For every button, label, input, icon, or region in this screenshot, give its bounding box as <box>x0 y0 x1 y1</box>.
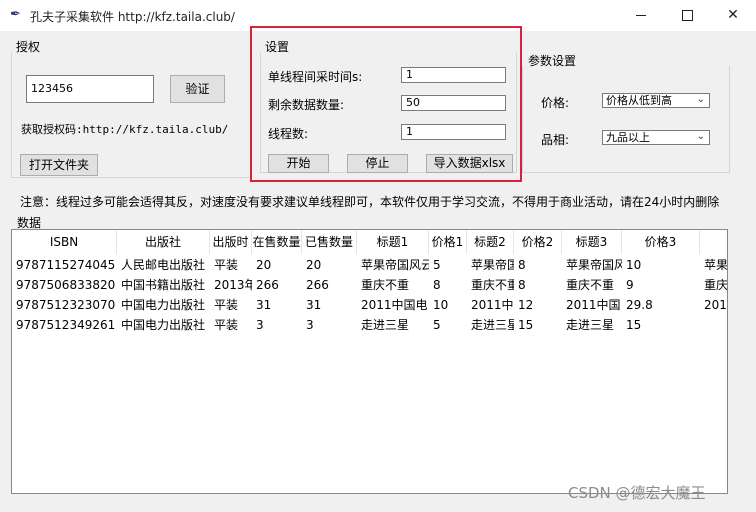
verify-button[interactable]: 验证 <box>170 75 225 103</box>
table-cell: 2011中国电 <box>361 298 428 312</box>
table-cell: 8 <box>433 278 441 292</box>
table-cell: 走进三星 <box>566 318 615 332</box>
table-cell: 人民邮电出版社 <box>121 258 206 272</box>
table-cell: 3 <box>306 318 314 332</box>
price-sort-value: 价格从低到高 <box>606 94 672 107</box>
column-header[interactable]: 在售数量 <box>252 230 302 254</box>
table-cell: 9 <box>626 278 634 292</box>
table-row[interactable]: 9787115274045 人民邮电出版社平装 20 20 苹果帝国风云 5 苹果帝国 8 苹果… <box>12 255 728 275</box>
table-cell: 29.8 <box>626 298 653 312</box>
table-cell: 20 <box>256 258 272 272</box>
highlight-box <box>250 26 522 182</box>
column-header[interactable] <box>700 230 727 254</box>
column-header[interactable]: 价格2 <box>514 230 562 254</box>
feather-icon: ✒ <box>10 7 21 22</box>
column-header[interactable]: 已售数量 <box>302 230 357 254</box>
chevron-down-icon: ⌄ <box>696 94 705 105</box>
params-group-label: 参数设置 <box>528 52 580 69</box>
table-cell: 苹果 <box>704 258 728 272</box>
close-button[interactable]: ✕ <box>710 0 756 31</box>
column-header[interactable]: ISBN <box>12 230 117 254</box>
table-cell: 走进三星 <box>471 318 514 332</box>
table-cell: 2011 <box>704 298 727 312</box>
table-cell: 平装 <box>214 318 239 332</box>
table-cell: 10 <box>433 298 449 312</box>
table-cell: 15 <box>518 318 534 332</box>
table-cell <box>700 315 727 335</box>
table-cell: 3 <box>256 318 264 332</box>
table-cell: 重庆 <box>704 278 728 292</box>
table-cell: 5 <box>433 318 441 332</box>
params-group-frame <box>522 66 730 173</box>
table-cell: 苹果帝国 <box>471 258 514 272</box>
auth-info-text: 获取授权码:http://kfz.taila.club/ <box>21 123 229 136</box>
column-header[interactable]: 价格1 <box>429 230 467 254</box>
table-cell: 重庆不重 <box>566 278 615 292</box>
column-header[interactable]: 出版社 <box>117 230 210 254</box>
price-label: 价格: <box>541 96 570 110</box>
table-cell: 重庆不重 <box>471 278 514 292</box>
table-cell: 266 <box>306 278 329 292</box>
table-row[interactable]: 9787512349261 中国电力出版社平装 3 3 走进三星 5 走进三星 15 走进三星 1… <box>12 315 727 335</box>
table-cell: 中国电力出版社 <box>121 298 206 312</box>
column-header[interactable]: 标题2 <box>467 230 514 254</box>
table-cell: 9787506833820 <box>16 278 116 292</box>
table-cell: 平装 <box>214 298 239 312</box>
table-cell: 中国书籍出版社 <box>121 278 206 292</box>
column-header[interactable]: 出版时 <box>210 230 252 254</box>
condition-value: 九品以上 <box>606 131 650 144</box>
data-table[interactable]: ISBN 出版社 出版时 在售数量 已售数量 标题1 价格1 标题2 价格2 标题3 价格3 978… <box>11 229 728 494</box>
maximize-button[interactable] <box>664 0 710 31</box>
condition-select[interactable]: 九品以上 ⌄ <box>602 130 710 145</box>
table-cell: 31 <box>306 298 322 312</box>
window-title: 孔夫子采集软件 http://kfz.taila.club/ <box>30 10 235 24</box>
column-header[interactable]: 标题1 <box>357 230 429 254</box>
table-cell: 8 <box>518 278 526 292</box>
table-cell: 31 <box>256 298 272 312</box>
table-cell: 2011中国 <box>566 298 621 312</box>
maximize-icon <box>681 9 693 21</box>
table-cell: 9787115274045 <box>16 258 116 272</box>
table-cell: 12 <box>518 298 534 312</box>
auth-group-label: 授权 <box>16 38 44 55</box>
table-cell: 苹果帝国风 <box>566 258 622 272</box>
table-cell: 重庆不重 <box>361 278 410 292</box>
column-header[interactable]: 价格3 <box>622 230 700 254</box>
table-cell: 20 <box>306 258 322 272</box>
open-folder-button[interactable]: 打开文件夹 <box>20 154 98 176</box>
notice-text: 注意：线程过多可能会适得其反，对速度没有要求建议单线程即可，本软件仅用于学习交流… <box>20 195 720 209</box>
table-cell: 平装 <box>214 258 239 272</box>
table-cell: 9787512323070 <box>16 298 116 312</box>
table-cell: 2013年 <box>214 278 252 292</box>
table-cell: 苹果帝国风云 <box>361 258 429 272</box>
table-cell: 走进三星 <box>361 318 410 332</box>
watermark: CSDN @德宏大魔王 <box>568 484 706 502</box>
table-cell: 5 <box>433 258 441 272</box>
table-row[interactable]: 9787506833820 中国书籍出版社 2013年 266 266 重庆不重 8 重庆不重… <box>12 275 728 295</box>
minimize-button[interactable] <box>618 0 664 31</box>
table-cell: 8 <box>518 258 526 272</box>
minimize-icon <box>636 14 646 16</box>
table-cell: 9787512349261 <box>16 318 116 332</box>
condition-label: 品相: <box>541 133 570 147</box>
auth-code-input[interactable]: 123456 <box>26 75 154 103</box>
table-cell: 中国电力出版社 <box>121 318 206 332</box>
table-cell: 10 <box>626 258 642 272</box>
table-cell: 266 <box>256 278 279 292</box>
chevron-down-icon: ⌄ <box>696 131 705 142</box>
table-cell: 15 <box>626 318 642 332</box>
table-row[interactable]: 9787512323070 中国电力出版社 平装 31 31 2011中国电 10 2011中… <box>12 295 727 315</box>
column-header[interactable]: 标题3 <box>562 230 622 254</box>
price-sort-select[interactable]: 价格从低到高 ⌄ <box>602 93 710 108</box>
table-cell: 2011中 <box>471 298 514 312</box>
